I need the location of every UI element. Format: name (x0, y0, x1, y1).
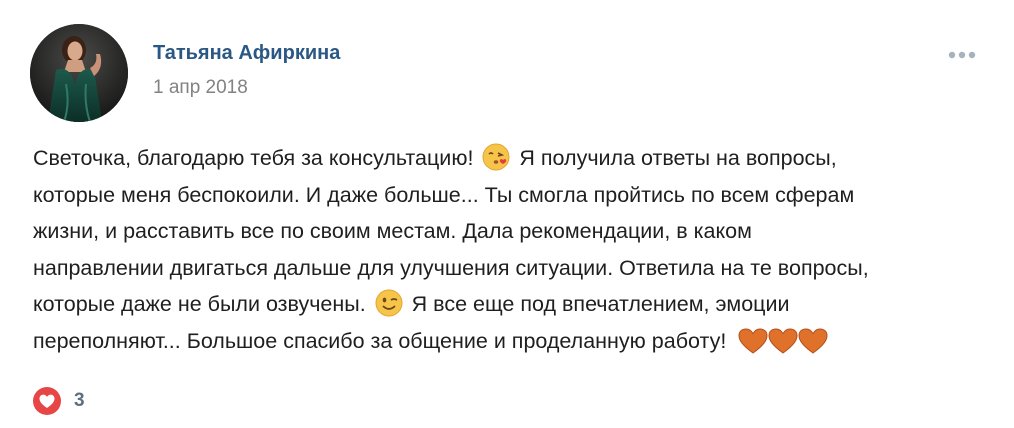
orange-heart-emoji (768, 327, 798, 366)
like-count: 3 (74, 390, 85, 411)
post-text-line: переполняют... Большое спасибо за общени… (33, 323, 993, 360)
post-text-line: которые даже не были озвучены. Я все еще… (33, 286, 993, 323)
more-horizontal-icon[interactable] (946, 46, 982, 64)
post-text: Светочка, благодарю тебя за консультацию… (33, 140, 993, 359)
orange-heart-emoji (738, 327, 768, 366)
author-name-link[interactable]: Татьяна Афиркина (153, 42, 340, 65)
post-date[interactable]: 1 апр 2018 (153, 77, 248, 99)
like-button[interactable]: 3 (32, 386, 85, 416)
heart-icon (33, 387, 61, 415)
post-text-line: жизни, и расставить все по своим местам.… (33, 219, 752, 243)
wall-post: Татьяна Афиркина 1 апр 2018 Светочка, бл… (0, 0, 1014, 428)
orange-heart-emoji (798, 327, 828, 366)
post-text-line: которые меня беспокоили. И даже больше..… (33, 182, 855, 207)
post-text-line: Светочка, благодарю тебя за консультацию… (33, 140, 993, 177)
author-avatar[interactable] (30, 24, 128, 122)
post-text-line: направлении двигаться дальше для улучшен… (33, 255, 869, 280)
